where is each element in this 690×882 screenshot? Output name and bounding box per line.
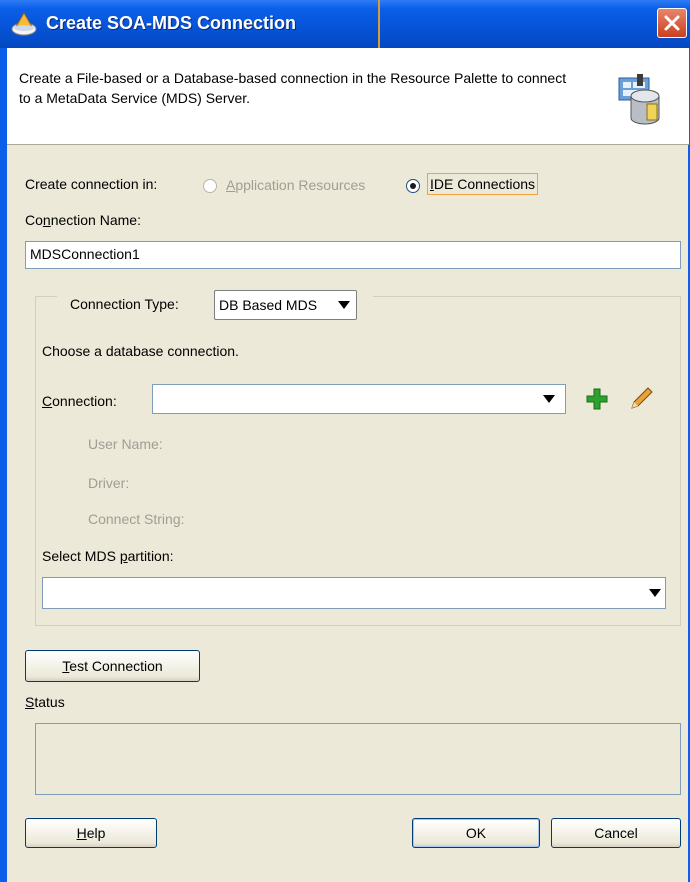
status-label-rest: tatus — [34, 694, 65, 710]
db-connection-select[interactable] — [152, 384, 566, 414]
connection-type-label: Connection Type: — [70, 296, 179, 312]
connection-label: Connection: — [42, 393, 117, 409]
create-in-label: Create connection in: — [25, 176, 158, 192]
test-connection-label-rest: est Connection — [69, 658, 163, 674]
connection-name-label-rest: nection Name: — [50, 212, 141, 228]
mds-database-icon — [617, 74, 663, 126]
ide-connections-text: DE Connections — [433, 176, 536, 192]
ide-connections-label[interactable]: IDE Connections — [427, 173, 539, 195]
connection-name-label: Connection Name: — [25, 212, 141, 228]
application-resources-label[interactable]: Application Resources — [226, 177, 365, 193]
pencil-icon — [631, 387, 653, 409]
chevron-down-icon — [649, 589, 661, 597]
plus-icon — [586, 388, 608, 410]
close-button[interactable] — [657, 8, 687, 38]
title-bar-divider — [378, 0, 380, 48]
mds-partition-label: Select MDS partition: — [42, 548, 174, 564]
help-label-rest: elp — [86, 825, 106, 841]
application-resources-text: pplication Resources — [235, 177, 366, 193]
status-area[interactable] — [35, 723, 681, 795]
window-border-left — [0, 48, 7, 882]
choose-db-text: Choose a database connection. — [42, 343, 239, 359]
mds-partition-label-b: artition: — [127, 548, 174, 564]
dialog-header: Create a File-based or a Database-based … — [7, 48, 689, 145]
title-bar[interactable]: Create SOA-MDS Connection — [0, 0, 690, 48]
connect-string-label: Connect String: — [88, 511, 185, 527]
radio-application-resources[interactable] — [203, 179, 217, 193]
mds-partition-label-a: Select MDS — [42, 548, 120, 564]
window-title: Create SOA-MDS Connection — [46, 13, 297, 33]
chevron-down-icon — [338, 301, 350, 309]
help-button[interactable]: Help — [25, 818, 157, 848]
radio-ide-connections[interactable] — [406, 179, 420, 193]
edit-connection-button[interactable] — [628, 386, 654, 412]
connection-name-input[interactable]: MDSConnection1 — [25, 241, 681, 269]
mds-partition-select[interactable] — [42, 577, 666, 609]
chevron-down-icon — [543, 395, 555, 403]
connection-type-select[interactable]: DB Based MDS — [214, 290, 357, 320]
connection-type-value: DB Based MDS — [219, 297, 318, 313]
cancel-button[interactable]: Cancel — [551, 818, 681, 848]
ok-button[interactable]: OK — [412, 818, 540, 848]
status-label: Status — [25, 694, 65, 710]
close-icon — [664, 15, 680, 31]
add-connection-button[interactable] — [586, 388, 608, 410]
connection-label-rest: onnection: — [52, 393, 117, 409]
driver-label: Driver: — [88, 475, 130, 491]
test-connection-button[interactable]: Test Connection — [25, 650, 200, 682]
user-name-label: User Name: — [88, 436, 163, 452]
jdeveloper-icon — [10, 11, 38, 37]
header-description: Create a File-based or a Database-based … — [19, 70, 567, 106]
